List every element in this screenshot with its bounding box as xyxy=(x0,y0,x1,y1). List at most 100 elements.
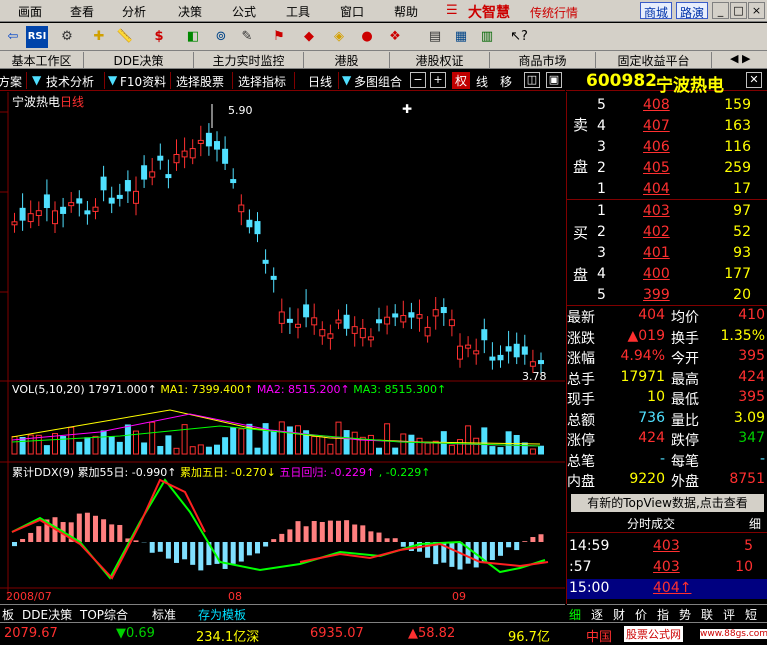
buy-level-row[interactable]: 340193 xyxy=(567,244,767,264)
tick-row[interactable]: :5740310 xyxy=(567,558,767,578)
roadshow-button[interactable]: 路演 xyxy=(676,2,708,19)
ddx-bar xyxy=(247,542,252,555)
level-number: 3 xyxy=(597,139,606,155)
tick-row[interactable]: 14:594035 xyxy=(567,537,767,557)
cross-icon[interactable]: ✚ xyxy=(88,26,110,48)
rights-button[interactable]: 权 xyxy=(452,72,470,89)
chart-area[interactable]: 宁波热电 日线 5.90 3.78 ✚ VOL(5,10,20) 17971.0… xyxy=(0,92,565,604)
ddx-line xyxy=(300,544,548,566)
multi-chart-button[interactable]: 多图组合 xyxy=(354,73,402,90)
tab-dde[interactable]: DDE决策 xyxy=(84,52,194,68)
panel-tab[interactable]: 价 xyxy=(635,606,647,623)
quote-value: - xyxy=(707,451,765,467)
status-bar: 2079.67 ▼0.69 234.1亿深 6935.07 ▲58.82 96.… xyxy=(0,622,767,644)
play-icon[interactable]: ● xyxy=(356,26,378,48)
sell-level-row[interactable]: 5408159 xyxy=(567,96,767,116)
topview-button[interactable]: 有新的TopView数据,点击查看 xyxy=(571,494,764,512)
panel-tab[interactable]: 细 xyxy=(569,606,581,623)
menu-screen[interactable]: 画面 xyxy=(18,3,42,20)
panel-tab[interactable]: 短 xyxy=(745,606,757,623)
panel-tab[interactable]: 指 xyxy=(657,606,669,623)
menu-view[interactable]: 查看 xyxy=(70,3,94,20)
tab-save-template[interactable]: 存为模板 xyxy=(194,606,250,623)
volume-bar xyxy=(417,438,422,454)
tab-board[interactable]: 板 xyxy=(0,606,18,623)
tab-hk-warrant[interactable]: 港股权证 xyxy=(390,52,490,68)
panel-tab[interactable]: 逐 xyxy=(591,606,603,623)
minus-icon[interactable]: − xyxy=(410,72,426,88)
lips-icon[interactable]: ◈ xyxy=(328,26,350,48)
price: 408 xyxy=(643,97,670,113)
sell-level-row[interactable]: 140417 xyxy=(567,180,767,200)
menu-window[interactable]: 窗口 xyxy=(340,3,364,20)
mall-button[interactable]: 商城 xyxy=(640,2,672,19)
line-button[interactable]: 线 xyxy=(476,73,488,90)
kline-chart[interactable] xyxy=(0,92,565,604)
ruler-icon[interactable]: 📏 xyxy=(114,26,136,48)
tab-commodity[interactable]: 商品市场 xyxy=(490,52,596,68)
buy-level-row[interactable]: 140397 xyxy=(567,202,767,222)
flag-icon[interactable]: ⚑ xyxy=(268,26,290,48)
minimize-button[interactable]: _ xyxy=(712,2,729,19)
chart-icon[interactable]: ❖ xyxy=(384,26,406,48)
buy-level-row[interactable]: 539920 xyxy=(567,286,767,306)
tab-scroll-icon[interactable]: ◀ ▶ xyxy=(730,52,750,65)
list-icon[interactable]: ▤ xyxy=(424,26,446,48)
close-icon[interactable]: ✕ xyxy=(746,72,762,88)
candle-body xyxy=(360,328,365,337)
rsi-icon[interactable]: RSI xyxy=(26,26,48,48)
menu-help[interactable]: 帮助 xyxy=(394,3,418,20)
volume-bar xyxy=(117,442,122,454)
binoculars-icon[interactable]: ⊚ xyxy=(210,26,232,48)
tab-basic[interactable]: 基本工作区 xyxy=(0,52,84,68)
close-button[interactable]: × xyxy=(748,2,765,19)
panel-tab[interactable]: 财 xyxy=(613,606,625,623)
diamond-icon[interactable]: ◆ xyxy=(298,26,320,48)
bars-icon[interactable]: ▥ xyxy=(476,26,498,48)
volume-bar xyxy=(312,437,317,454)
tab-monitor[interactable]: 主力实时监控 xyxy=(194,52,304,68)
crosshair-icon[interactable]: + xyxy=(430,72,446,88)
sell-level-row[interactable]: 3406116 xyxy=(567,138,767,158)
panel-tab[interactable]: 联 xyxy=(701,606,713,623)
menu-analysis[interactable]: 分析 xyxy=(122,3,146,20)
ddx-bar xyxy=(263,542,268,547)
tab-top[interactable]: TOP综合 xyxy=(76,606,132,623)
tab-fixed-income[interactable]: 固定收益平台 xyxy=(596,52,712,68)
compare-icon[interactable]: ◧ xyxy=(182,26,204,48)
maximize-button[interactable]: □ xyxy=(730,2,747,19)
date-label: 09 xyxy=(452,590,466,603)
tick-row[interactable]: 15:00404↑ xyxy=(567,579,767,599)
select-indicator-button[interactable]: 选择指标 xyxy=(238,73,286,90)
calendar-icon[interactable]: ▦ xyxy=(450,26,472,48)
sell-level-row[interactable]: 4407163 xyxy=(567,117,767,137)
back-icon[interactable]: ⇦ xyxy=(2,26,24,48)
expand-icon[interactable]: ▣ xyxy=(546,72,562,88)
move-button[interactable]: 移 xyxy=(500,73,512,90)
gear-icon[interactable]: ⚙ xyxy=(56,26,78,48)
daily-line-button[interactable]: 日线 xyxy=(308,73,332,90)
layout-icon[interactable]: ◫ xyxy=(524,72,540,88)
buy-level-row[interactable]: 240252 xyxy=(567,223,767,243)
pen-icon[interactable]: ✎ xyxy=(236,26,258,48)
volume-bar xyxy=(166,436,171,454)
help-icon[interactable]: ↖? xyxy=(508,26,530,48)
panel-tab[interactable]: 评 xyxy=(723,606,735,623)
tab-hk[interactable]: 港股 xyxy=(304,52,390,68)
menu-tools[interactable]: 工具 xyxy=(286,3,310,20)
scheme-button[interactable]: 方案 xyxy=(0,73,22,90)
panel-tab[interactable]: 势 xyxy=(679,606,691,623)
sell-level-row[interactable]: 2405259 xyxy=(567,159,767,179)
f10-button[interactable]: F10资料 xyxy=(120,73,166,90)
candle-body xyxy=(482,330,487,340)
select-stock-button[interactable]: 选择股票 xyxy=(176,73,224,90)
ddx-bar xyxy=(498,542,503,556)
menu-formula[interactable]: 公式 xyxy=(232,3,256,20)
price: 406 xyxy=(643,139,670,155)
tab-standard[interactable]: 标准 xyxy=(148,606,180,623)
tab-dde-decision[interactable]: DDE决策 xyxy=(18,606,76,623)
buy-level-row[interactable]: 4400177 xyxy=(567,265,767,285)
tech-analysis-button[interactable]: 技术分析 xyxy=(46,73,94,90)
menu-decision[interactable]: 决策 xyxy=(178,3,202,20)
dollar-icon[interactable]: $ xyxy=(148,26,170,48)
